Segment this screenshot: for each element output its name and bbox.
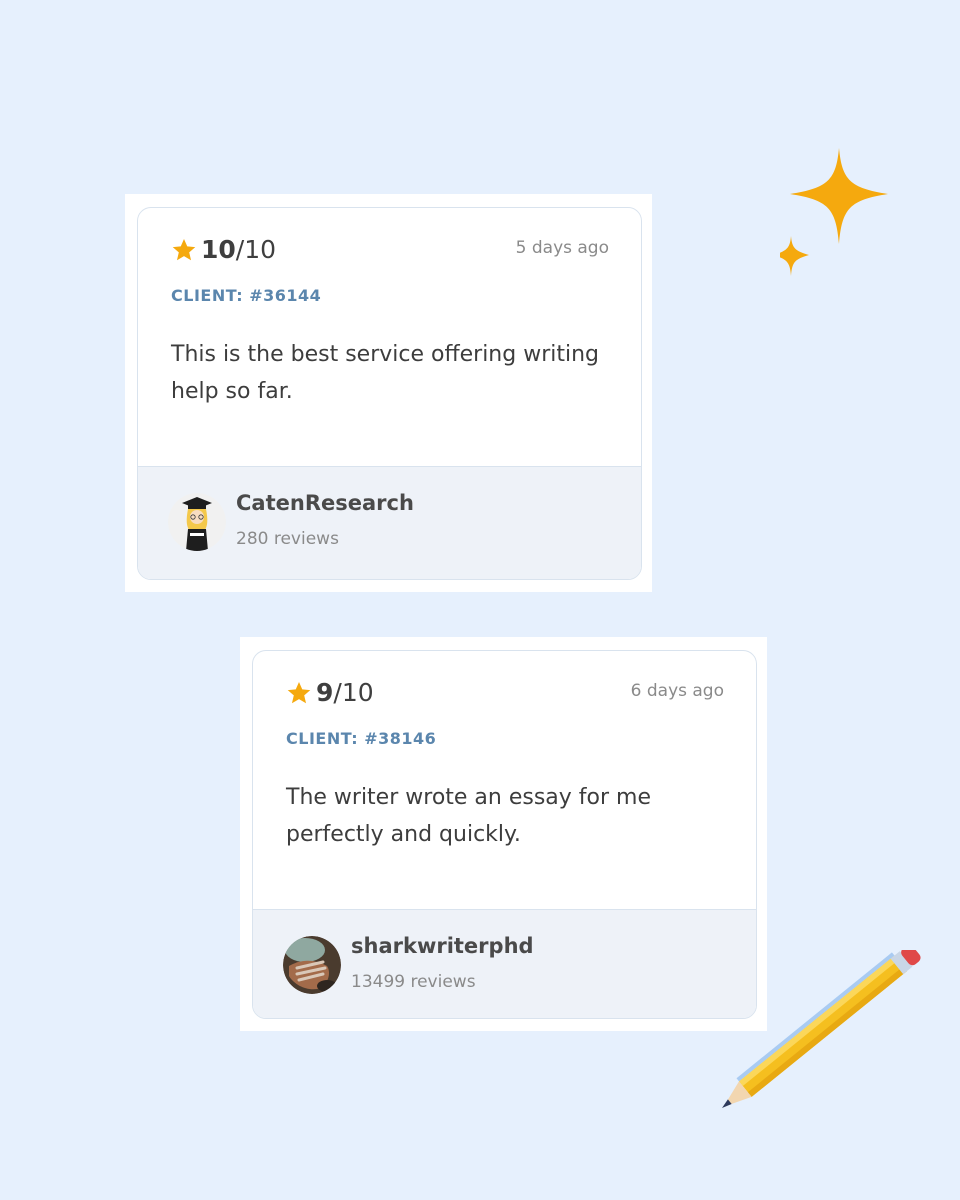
review-time: 6 days ago xyxy=(630,681,724,701)
review-card: 10/10 5 days ago CLIENT: #36144 This is … xyxy=(137,207,642,580)
review-text: This is the best service offering writin… xyxy=(171,342,600,404)
rating-scale: /10 xyxy=(333,678,374,707)
client-id: CLIENT: #38146 xyxy=(286,729,437,748)
review-card-frame: 9/10 6 days ago CLIENT: #38146 The write… xyxy=(240,637,767,1031)
rating-scale: /10 xyxy=(235,235,277,264)
review-text: The writer wrote an essay for me perfect… xyxy=(286,785,652,847)
avatar xyxy=(168,493,226,551)
review-card-header: 10/10 5 days ago CLIENT: #36144 This is … xyxy=(138,208,641,467)
review-card-frame: 10/10 5 days ago CLIENT: #36144 This is … xyxy=(125,194,652,592)
sparkle-icon xyxy=(780,148,888,276)
review-card: 9/10 6 days ago CLIENT: #38146 The write… xyxy=(252,650,757,1019)
author-name[interactable]: sharkwriterphd xyxy=(351,934,534,958)
review-author-footer: CatenResearch 280 reviews xyxy=(138,467,641,579)
client-id: CLIENT: #36144 xyxy=(171,286,322,305)
rating: 10/10 xyxy=(171,234,276,266)
review-card-header: 9/10 6 days ago CLIENT: #38146 The write… xyxy=(253,651,756,910)
star-icon xyxy=(172,238,196,261)
avatar xyxy=(283,936,341,994)
rating: 9/10 xyxy=(286,677,374,709)
star-icon xyxy=(287,681,311,704)
review-author-footer: sharkwriterphd 13499 reviews xyxy=(253,910,756,1018)
rating-score: 9 xyxy=(316,678,334,707)
author-review-count: 280 reviews xyxy=(236,529,339,549)
review-time: 5 days ago xyxy=(515,238,609,258)
author-review-count: 13499 reviews xyxy=(351,972,476,992)
rating-score: 10 xyxy=(201,235,236,264)
author-name[interactable]: CatenResearch xyxy=(236,491,414,515)
